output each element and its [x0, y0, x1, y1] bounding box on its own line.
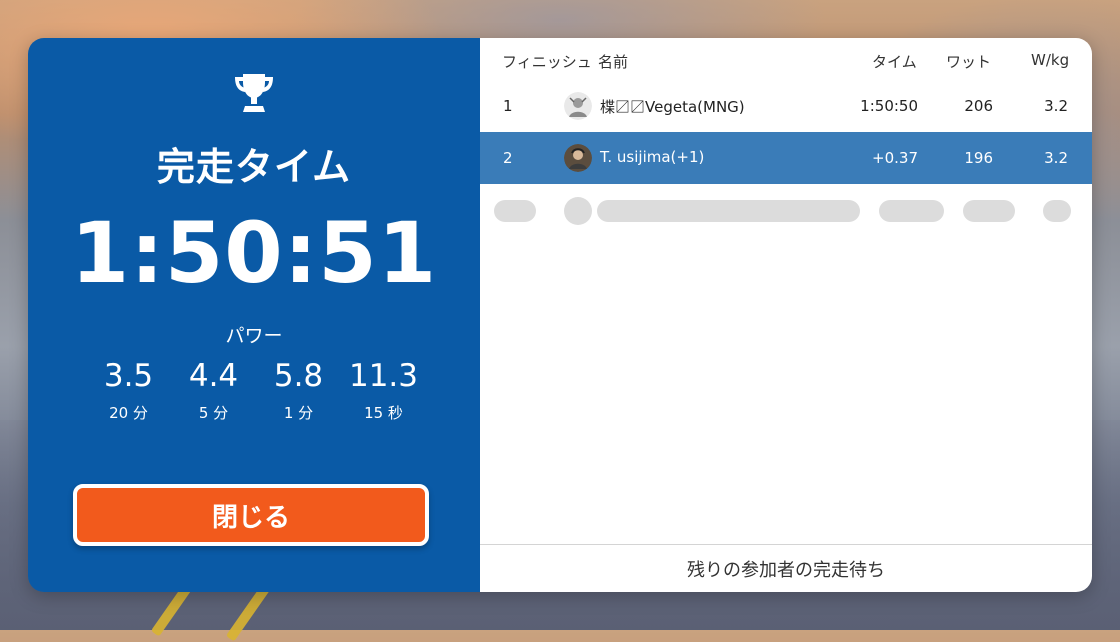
table-row-highlighted[interactable]: 2 T. usijima(+1) +0.37 196 3.2 [480, 132, 1092, 184]
power-stat-value: 5.8 [273, 358, 324, 394]
header-time: タイム [872, 53, 917, 71]
row-time: 1:50:50 [860, 97, 918, 115]
loading-placeholder-wkg [1043, 200, 1071, 222]
row-position: 1 [503, 97, 513, 115]
close-button[interactable]: 閉じる [73, 484, 429, 546]
header-finish: フィニッシュ [502, 53, 592, 71]
finish-time-value: 1:50:51 [70, 204, 438, 302]
power-stats: 3.5 20 分 4.4 5 分 5.8 1 分 11.3 15 秒 [86, 358, 426, 423]
row-watt: 196 [964, 149, 993, 167]
finish-time-title: 完走タイム [156, 145, 352, 189]
table-row[interactable]: 1 楪〼〼Vegeta(MNG) 1:50:50 206 3.2 [480, 80, 1092, 133]
power-stat-15sec: 11.3 15 秒 [341, 358, 426, 423]
loading-placeholder-time [879, 200, 944, 222]
power-stat-duration: 15 秒 [364, 404, 403, 422]
loading-placeholder-watt [963, 200, 1015, 222]
row-name: T. usijima(+1) [600, 148, 705, 166]
finish-summary-panel: 完走タイム 1:50:51 パワー 3.5 20 分 4.4 5 分 5.8 1… [28, 38, 480, 592]
results-table-header: フィニッシュ 名前 タイム ワット W/kg [480, 38, 1092, 81]
power-stat-value: 11.3 [348, 358, 419, 394]
rider-avatar-icon [564, 144, 592, 172]
row-wkg: 3.2 [1044, 97, 1068, 115]
power-stat-1min: 5.8 1 分 [256, 358, 341, 423]
waiting-status: 残りの参加者の完走待ち [480, 544, 1092, 592]
row-wkg: 3.2 [1044, 149, 1068, 167]
row-position: 2 [503, 149, 513, 167]
power-stat-value: 3.5 [103, 358, 154, 394]
power-stat-value: 4.4 [188, 358, 239, 394]
loading-placeholder-avatar [564, 197, 592, 225]
row-name: 楪〼〼Vegeta(MNG) [600, 98, 745, 116]
header-name: 名前 [598, 53, 629, 71]
power-stat-duration: 1 分 [283, 404, 314, 422]
power-stat-duration: 5 分 [198, 404, 229, 422]
header-watt: ワット [946, 53, 992, 71]
power-stat-5min: 4.4 5 分 [171, 358, 256, 423]
row-watt: 206 [964, 97, 993, 115]
finish-results-modal: 完走タイム 1:50:51 パワー 3.5 20 分 4.4 5 分 5.8 1… [28, 38, 1092, 592]
loading-placeholder-name [597, 200, 860, 222]
rider-avatar-icon [564, 92, 592, 120]
power-stat-20min: 3.5 20 分 [86, 358, 171, 423]
power-label: パワー [225, 325, 283, 347]
results-table-panel: フィニッシュ 名前 タイム ワット W/kg 1 楪〼〼Vegeta(MNG) … [480, 38, 1092, 592]
power-stat-duration: 20 分 [109, 404, 148, 422]
header-wkg: W/kg [1031, 51, 1070, 69]
row-time: +0.37 [872, 149, 918, 167]
trophy-icon [235, 74, 273, 112]
loading-placeholder-position [494, 200, 536, 222]
